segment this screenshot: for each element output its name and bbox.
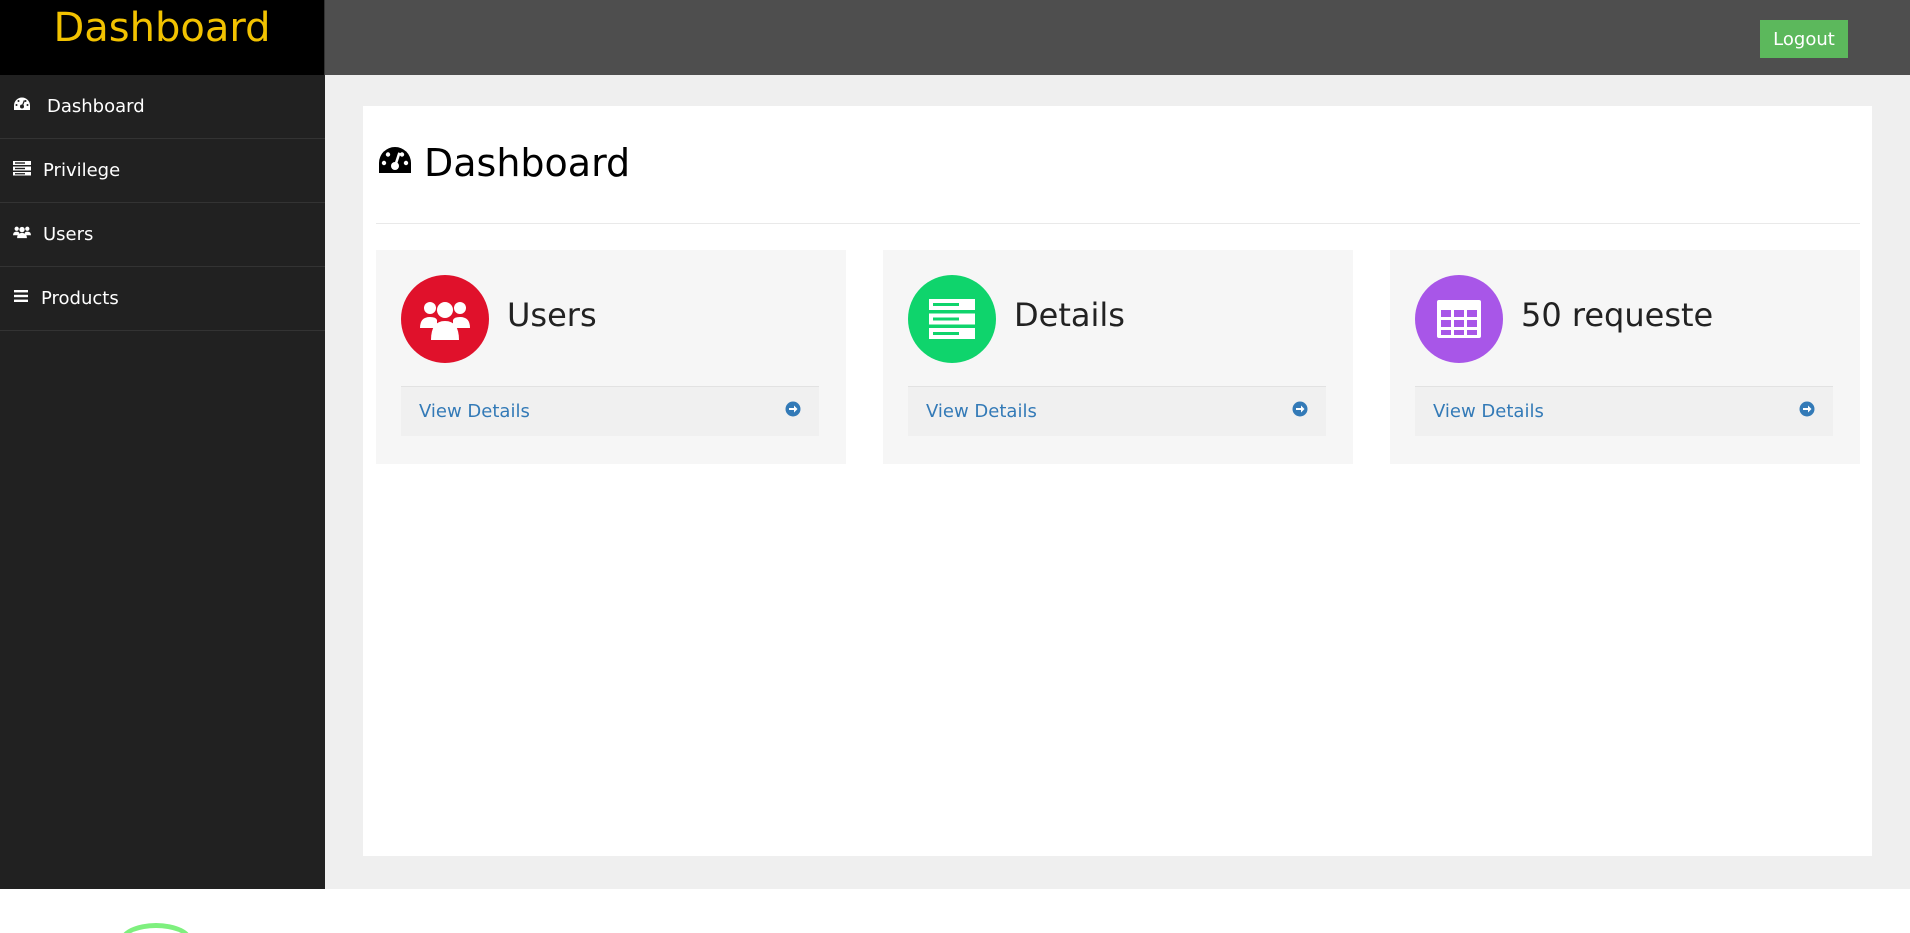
- arrow-circle-right-icon[interactable]: [1799, 401, 1815, 422]
- server-icon-svg: [13, 161, 31, 176]
- dashboard-icon-svg: [379, 147, 411, 173]
- page-title: Dashboard: [376, 141, 630, 185]
- arrow-circle-right-icon[interactable]: [785, 401, 801, 422]
- view-details-label[interactable]: View Details: [926, 401, 1037, 422]
- dashboard-icon-svg: [14, 97, 30, 110]
- users-icon: [13, 224, 43, 245]
- sidebar-item-label: Products: [41, 288, 119, 309]
- users-icon: [401, 275, 489, 363]
- page-title-text: Dashboard: [424, 141, 631, 185]
- view-details-label[interactable]: View Details: [419, 401, 530, 422]
- dashboard-icon: [13, 96, 47, 117]
- table-icon: [1415, 275, 1503, 363]
- server-icon: [908, 275, 996, 363]
- view-details-link[interactable]: View Details: [401, 386, 819, 436]
- sidebar-item-privilege[interactable]: Privilege: [0, 139, 325, 203]
- view-details-label[interactable]: View Details: [1433, 401, 1544, 422]
- users-icon-svg: [13, 226, 31, 239]
- arrow-circle-right-icon-svg: [1799, 401, 1815, 417]
- sidebar-item-users[interactable]: Users: [0, 203, 325, 267]
- list-icon: [13, 288, 41, 309]
- sidebar-item-label: Privilege: [43, 160, 121, 181]
- decorative-arc: [120, 923, 192, 933]
- view-details-link[interactable]: View Details: [1415, 386, 1833, 436]
- main-content: Dashboard Users View Details Details Vie…: [325, 75, 1910, 889]
- bottom-strip: [0, 889, 1910, 933]
- sidebar: Dashboard Dashboard Privilege Users Prod…: [0, 0, 325, 889]
- sidebar-item-label: Dashboard: [47, 96, 145, 117]
- logout-button[interactable]: Logout: [1760, 20, 1848, 58]
- server-icon-svg: [929, 299, 975, 339]
- dashboard-icon: [376, 141, 424, 185]
- arrow-circle-right-icon-svg: [785, 401, 801, 417]
- sidebar-item-dashboard[interactable]: Dashboard: [0, 75, 325, 139]
- content-panel: Dashboard Users View Details Details Vie…: [363, 106, 1872, 856]
- brand-title[interactable]: Dashboard: [53, 0, 270, 56]
- view-details-link[interactable]: View Details: [908, 386, 1326, 436]
- card-users: Users View Details: [376, 250, 846, 464]
- list-icon-svg: [14, 290, 28, 302]
- card-title: Users: [507, 296, 597, 334]
- users-icon-svg: [420, 302, 470, 340]
- app-root: Dashboard Dashboard Privilege Users Prod…: [0, 0, 1910, 933]
- table-icon-svg: [1437, 300, 1481, 338]
- sidebar-item-products[interactable]: Products: [0, 267, 325, 331]
- sidebar-item-label: Users: [43, 224, 94, 245]
- title-divider: [376, 223, 1860, 224]
- server-icon: [13, 160, 43, 181]
- arrow-circle-right-icon[interactable]: [1292, 401, 1308, 422]
- card-requests: 50 requeste View Details: [1390, 250, 1860, 464]
- brand-header[interactable]: Dashboard: [0, 0, 325, 75]
- card-title: Details: [1014, 296, 1125, 334]
- card-title: 50 requeste: [1521, 296, 1714, 334]
- top-bar: Logout: [325, 0, 1910, 75]
- arrow-circle-right-icon-svg: [1292, 401, 1308, 417]
- card-details: Details View Details: [883, 250, 1353, 464]
